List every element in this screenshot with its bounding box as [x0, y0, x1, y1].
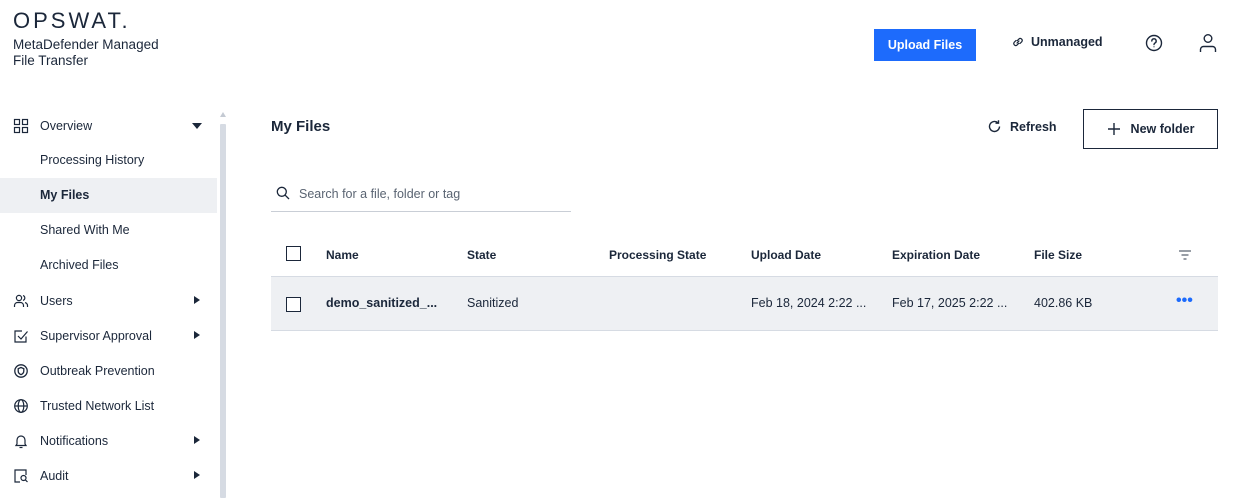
- sidebar-subitem-label: Shared With Me: [40, 223, 130, 237]
- upload-files-button[interactable]: Upload Files: [874, 29, 976, 61]
- refresh-label: Refresh: [1010, 119, 1057, 134]
- sidebar-item-trusted-network-list[interactable]: Trusted Network List: [0, 388, 217, 423]
- column-header-state[interactable]: State: [467, 248, 496, 262]
- file-name[interactable]: demo_sanitized_...: [326, 296, 437, 310]
- new-folder-button[interactable]: New folder: [1083, 109, 1218, 149]
- sidebar-item-supervisor-approval[interactable]: Supervisor Approval: [0, 318, 217, 353]
- file-expiration-date: Feb 17, 2025 2:22 ...: [892, 296, 1008, 310]
- user-icon[interactable]: [1199, 33, 1217, 53]
- scroll-up-icon[interactable]: [220, 112, 226, 117]
- chevron-down-icon[interactable]: [192, 123, 202, 129]
- sidebar-subitem-shared-with-me[interactable]: Shared With Me: [0, 213, 217, 248]
- chevron-right-icon[interactable]: [194, 331, 200, 339]
- sidebar-subitem-archived-files[interactable]: Archived Files: [0, 248, 217, 283]
- column-header-file-size[interactable]: File Size: [1034, 248, 1082, 262]
- audit-icon: [14, 469, 28, 483]
- search-icon: [276, 186, 290, 200]
- chevron-right-icon[interactable]: [194, 471, 200, 479]
- sidebar-subitem-my-files[interactable]: My Files: [0, 178, 217, 213]
- opswat-logo[interactable]: OPSWAT.: [13, 8, 131, 34]
- sidebar: Overview Processing History My Files Sha…: [0, 108, 230, 498]
- column-header-expiration-date[interactable]: Expiration Date: [892, 248, 980, 262]
- sidebar-item-notifications[interactable]: Notifications: [0, 423, 217, 458]
- column-header-name[interactable]: Name: [326, 248, 359, 262]
- sidebar-subitem-label: My Files: [40, 188, 90, 202]
- sidebar-item-label: Supervisor Approval: [40, 328, 152, 343]
- sidebar-subitem-processing-history[interactable]: Processing History: [0, 143, 217, 178]
- plus-icon: [1107, 123, 1120, 135]
- file-upload-date: Feb 18, 2024 2:22 ...: [751, 296, 867, 310]
- refresh-icon: [988, 120, 1001, 133]
- help-icon[interactable]: [1145, 34, 1163, 52]
- product-name-line2: File Transfer: [13, 53, 89, 68]
- sidebar-subitem-label: Archived Files: [40, 258, 119, 272]
- sidebar-item-label: Trusted Network List: [40, 398, 155, 413]
- files-table: Name State Processing State Upload Date …: [271, 235, 1218, 331]
- users-icon: [13, 294, 29, 307]
- sidebar-item-label: Audit: [40, 468, 69, 483]
- sidebar-item-users[interactable]: Users: [0, 283, 217, 318]
- chevron-right-icon[interactable]: [194, 436, 200, 444]
- row-checkbox[interactable]: [286, 297, 301, 312]
- chevron-right-icon[interactable]: [194, 296, 200, 304]
- table-row[interactable]: demo_sanitized_... Sanitized Feb 18, 202…: [271, 277, 1218, 331]
- link-icon: [1013, 37, 1023, 47]
- unmanaged-label: Unmanaged: [1031, 35, 1103, 49]
- sidebar-item-overview[interactable]: Overview: [0, 108, 217, 143]
- unmanaged-link[interactable]: Unmanaged: [1011, 35, 1103, 49]
- globe-icon: [14, 399, 28, 413]
- shield-icon: [14, 364, 28, 378]
- page-title: My Files: [271, 118, 331, 135]
- product-name-line1: MetaDefender Managed: [13, 37, 159, 52]
- new-folder-label: New folder: [1130, 122, 1195, 136]
- sidebar-item-outbreak-prevention[interactable]: Outbreak Prevention: [0, 353, 217, 388]
- sidebar-item-label: Overview: [40, 118, 93, 133]
- refresh-button[interactable]: Refresh: [987, 119, 1057, 134]
- select-all-checkbox[interactable]: [286, 246, 301, 261]
- product-name: MetaDefender Managed File Transfer: [13, 37, 193, 69]
- bell-icon: [14, 435, 28, 449]
- filter-icon[interactable]: [1178, 249, 1192, 261]
- sidebar-item-label: Users: [40, 293, 73, 308]
- approval-icon: [14, 330, 28, 343]
- app-header: OPSWAT. MetaDefender Managed File Transf…: [0, 0, 1233, 92]
- scrollbar-thumb[interactable]: [220, 124, 226, 498]
- table-header: Name State Processing State Upload Date …: [271, 235, 1218, 277]
- sidebar-scrollbar[interactable]: [218, 112, 228, 498]
- search-input[interactable]: [299, 183, 564, 205]
- search-box[interactable]: [271, 177, 571, 212]
- file-state: Sanitized: [467, 296, 519, 310]
- sidebar-item-label: Notifications: [40, 433, 109, 448]
- grid-icon: [13, 118, 29, 134]
- sidebar-item-audit[interactable]: Audit: [0, 458, 217, 493]
- sidebar-item-label: Outbreak Prevention: [40, 363, 155, 378]
- row-actions-menu[interactable]: •••: [1176, 292, 1193, 310]
- sidebar-subitem-label: Processing History: [40, 153, 145, 167]
- column-header-processing-state[interactable]: Processing State: [609, 248, 706, 262]
- column-header-upload-date[interactable]: Upload Date: [751, 248, 821, 262]
- file-size: 402.86 KB: [1034, 296, 1093, 310]
